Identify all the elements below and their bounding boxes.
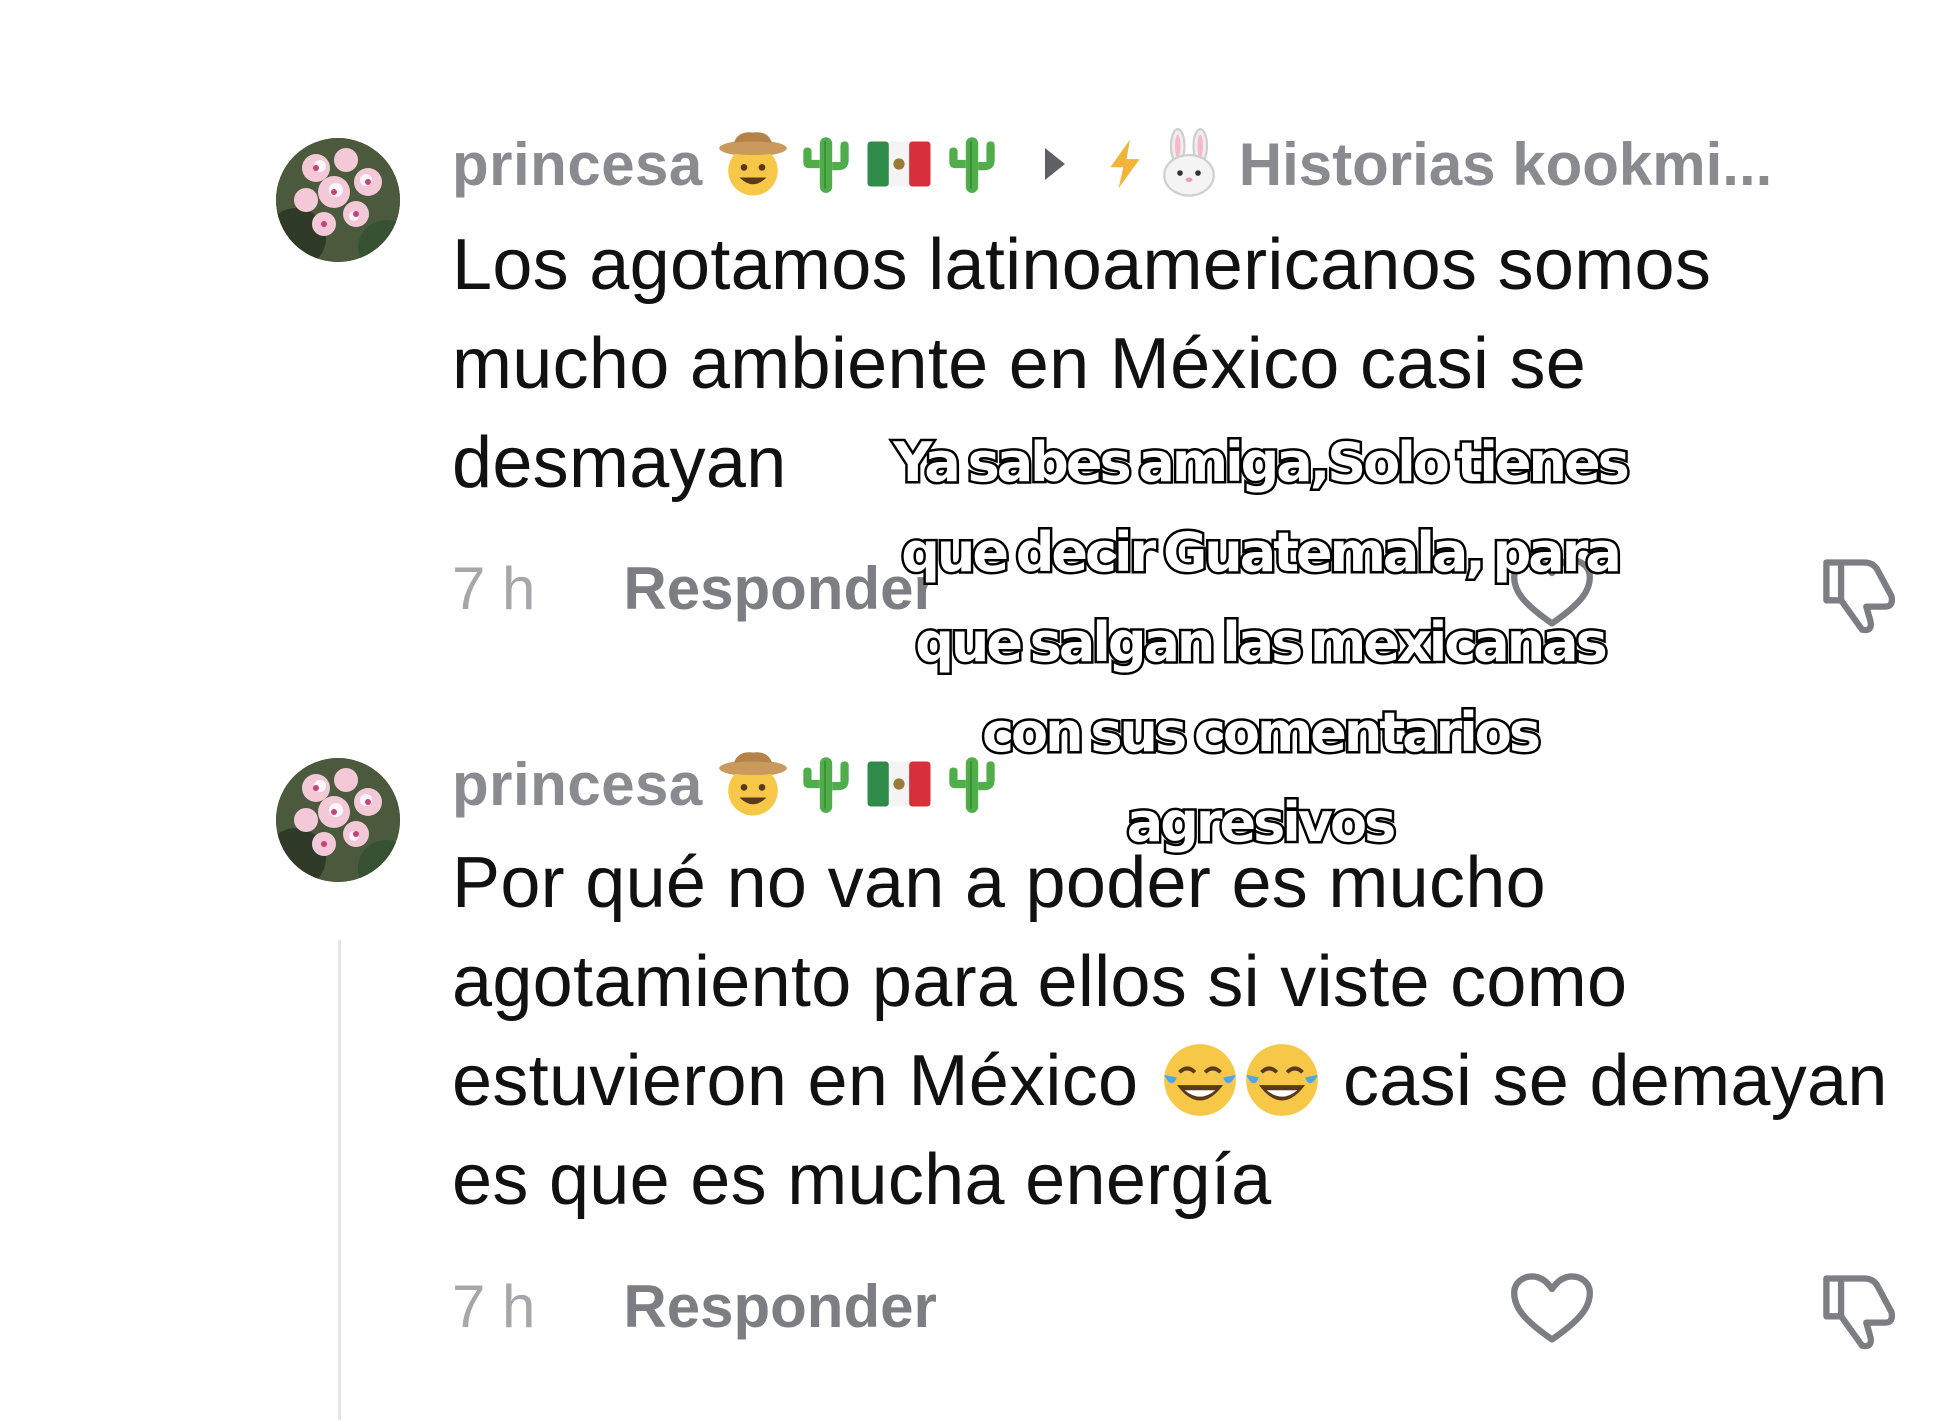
cactus-emoji-icon bbox=[793, 748, 859, 820]
comment-time: 7 h bbox=[452, 554, 536, 622]
mexico-flag-emoji-icon bbox=[863, 128, 935, 200]
reply-button[interactable]: Responder bbox=[623, 1272, 936, 1341]
cactus-emoji-icon bbox=[939, 128, 1005, 200]
avatar[interactable] bbox=[276, 138, 400, 262]
face-with-tears-of-joy-emoji-icon bbox=[1159, 1039, 1241, 1121]
heart-icon[interactable] bbox=[1510, 1272, 1594, 1346]
comment-time: 7 h bbox=[452, 1272, 536, 1340]
cowboy-face-emoji-icon bbox=[717, 748, 789, 820]
comment-text: Por qué no van a poder es mucho agotamie… bbox=[452, 834, 1892, 1230]
reply-to-name: Historias kookmi... bbox=[1238, 130, 1773, 198]
cactus-emoji-icon bbox=[793, 128, 859, 200]
reply-arrow-icon bbox=[1044, 148, 1065, 180]
username-emojis bbox=[717, 128, 1005, 200]
dislike-icon[interactable] bbox=[1818, 552, 1902, 636]
dislike-icon[interactable] bbox=[1818, 1268, 1902, 1352]
comment-meta: 7 h Responder bbox=[452, 1266, 937, 1346]
avatar[interactable] bbox=[276, 758, 400, 882]
cowboy-face-emoji-icon bbox=[717, 128, 789, 200]
reply-to-emojis bbox=[1099, 128, 1225, 200]
rabbit-face-emoji-icon bbox=[1153, 128, 1225, 200]
reply-thread-line bbox=[338, 940, 341, 1420]
overlay-caption: Ya sabes amiga,Solo tienes que decir Gua… bbox=[891, 429, 1633, 857]
face-with-tears-of-joy-emoji-icon bbox=[1241, 1039, 1323, 1121]
reply-to-user[interactable]: Historias kookmi... bbox=[1099, 128, 1773, 200]
comment-header: princesa Historias kookmi... bbox=[452, 124, 1772, 204]
username[interactable]: princesa bbox=[452, 130, 703, 199]
comment-meta: 7 h Responder bbox=[452, 548, 937, 628]
lightning-emoji-icon bbox=[1099, 128, 1151, 200]
username[interactable]: princesa bbox=[452, 750, 703, 819]
